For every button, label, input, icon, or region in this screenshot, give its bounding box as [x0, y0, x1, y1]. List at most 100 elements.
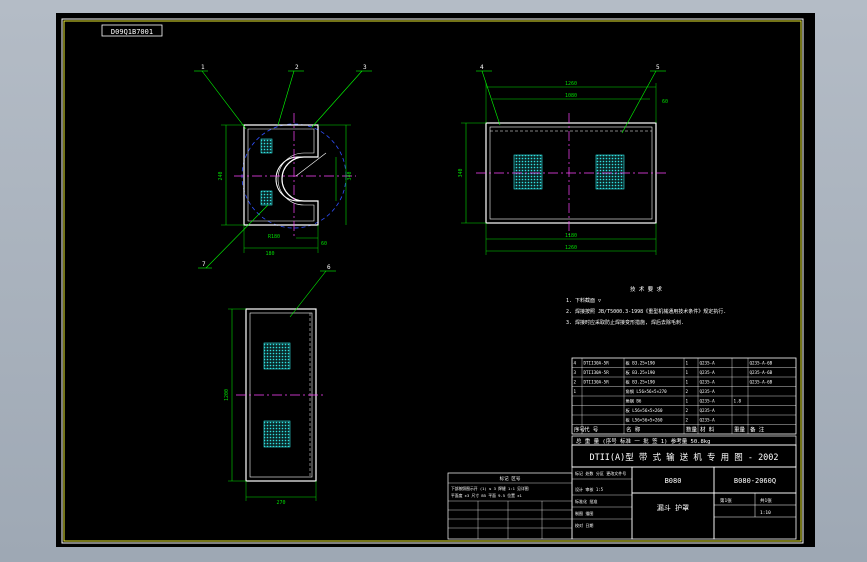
- side-hatch-left: [513, 154, 543, 190]
- parts-cell: 1: [574, 389, 577, 394]
- parts-header-cell: 备 注: [750, 426, 765, 434]
- balloon-7: 7: [202, 261, 206, 268]
- parts-cell: 1: [686, 380, 689, 385]
- parts-cell: Q235-A-6B: [750, 380, 773, 385]
- parts-cell: DTII30A-5R: [584, 370, 610, 375]
- note-1: 1. 下料截面 ▽: [566, 297, 601, 304]
- parts-cell: Q235-A: [700, 389, 716, 394]
- leader-4: [481, 70, 501, 126]
- leader-3: [311, 70, 363, 128]
- parts-cell: 1: [686, 361, 689, 366]
- code-box-left-text: B080: [665, 477, 682, 485]
- side-dim-text-4: 1260: [565, 245, 577, 251]
- parts-cell: Q235-A: [700, 370, 716, 375]
- top-hatch-lower: [263, 420, 291, 448]
- approval-row-1: 设计 审核 1:5: [575, 486, 604, 492]
- front-inner-outline: [247, 128, 315, 222]
- parts-header-cell: 重量: [734, 426, 746, 434]
- front-dim-text-4: 60: [321, 241, 327, 247]
- front-dim-text-5: R180: [268, 234, 280, 240]
- technical-notes: 技 术 要 求 1. 下料截面 ▽ 2. 焊接按照 JB/T5000.3-199…: [566, 285, 726, 326]
- approval-header: 标记 处数 分区 更改文件号: [575, 470, 626, 476]
- parts-cell: 板 B3.25×190: [626, 369, 656, 376]
- front-dim-text-1: 180: [265, 251, 274, 257]
- parts-cell: Q235-A: [700, 418, 716, 423]
- parts-cell: Q235-A: [700, 408, 716, 413]
- rev-line-2: 平面度 ±3 尺寸 B5 平面 9.5 位置 ±1: [451, 493, 522, 498]
- total-row-text: 总 重 量 (序号 标准 一 批 签 1) 参考量 50.8kg: [576, 437, 710, 445]
- title-block: 总 重 量 (序号 标准 一 批 签 1) 参考量 50.8kg DTII(A)…: [447, 435, 797, 540]
- parts-cell: 1: [686, 399, 689, 404]
- parts-header-cell: 材 料: [700, 426, 715, 434]
- side-dim-text-3: 1180: [565, 233, 577, 239]
- sheet-border: [63, 20, 802, 542]
- scale-label-2: 共1张: [760, 497, 772, 504]
- balloon-5: 5: [656, 64, 660, 71]
- top-hatch-upper: [263, 342, 291, 370]
- front-dim-text-3: 340: [347, 171, 353, 180]
- parts-list-table: 4 DTII30A-5R 板 B3.25×190 1 Q235-A Q235-A-6B 3 D…: [571, 357, 797, 435]
- parts-header-cell: 名 称: [626, 426, 641, 434]
- parts-cell: Q235-A: [700, 399, 716, 404]
- balloon-6: 6: [327, 264, 331, 271]
- side-view: 1260 1080 1180 1260 340 60 4 5: [458, 64, 668, 255]
- parts-cell: 3: [574, 370, 577, 375]
- front-view: 180 240 340 60 R180 1 2 3 7: [194, 64, 372, 269]
- front-outline: [243, 124, 319, 226]
- scale-label-1: 第1张: [720, 497, 732, 504]
- parts-cell: 2: [686, 389, 689, 394]
- top-dim-text-2: 270: [276, 500, 285, 506]
- parts-cell: 板 B3.25×190: [626, 379, 656, 386]
- parts-header-cell: 数量: [686, 426, 698, 434]
- title-bar-text: DTII(A)型 带 式 输 送 机 专 用 图 - 2002: [589, 452, 778, 463]
- top-view: 1200 270 6: [224, 264, 336, 506]
- parts-cell: 板 L56×56×5×260: [626, 417, 663, 424]
- notes-title: 技 术 要 求: [630, 285, 662, 293]
- parts-cell: 2: [686, 408, 689, 413]
- side-hatch-right: [595, 154, 625, 190]
- parts-cell: 2: [686, 418, 689, 423]
- parts-cell: 板 B3.25×190: [626, 360, 656, 367]
- drawing-name-box: [631, 492, 715, 540]
- balloon-4: 4: [480, 64, 484, 71]
- parts-cell: 1.8: [734, 399, 742, 404]
- note-2: 2. 焊接按照 JB/T5000.3-1998《重型机械通用技术条件》规定执行.: [566, 308, 726, 315]
- front-dim-text-2: 240: [218, 171, 224, 180]
- leader-5: [621, 70, 657, 134]
- cad-drawing: D09Q1B7001 180 240 340 60 R180 1 2 3 7 1…: [61, 18, 804, 544]
- rev-line-1: 下部按照图示开 (1) ≤ 3 焊缝 1:1 见详图: [451, 486, 529, 491]
- side-dim-text-1: 1260: [565, 81, 577, 87]
- balloon-2: 2: [295, 64, 299, 71]
- parts-cell: 角钢 B6: [626, 398, 642, 405]
- drawing-name-text: 漏斗 护罩: [657, 503, 689, 512]
- balloon-3: 3: [363, 64, 367, 71]
- cad-viewport[interactable]: D09Q1B7001 180 240 340 60 R180 1 2 3 7 1…: [56, 13, 815, 547]
- scale-label-3: 1:10: [760, 510, 771, 516]
- front-hatch-top: [260, 138, 273, 154]
- leader-7: [205, 204, 269, 269]
- note-3: 3. 焊接时应采取防止焊接变形措施, 焊后去除毛刺.: [566, 319, 684, 326]
- approval-row-4: 校对 日期: [575, 522, 593, 528]
- front-hatch-bottom: [260, 190, 273, 206]
- parts-cell: 角钢 L56×56×5×270: [626, 388, 668, 395]
- rev-block-title: 标记 区号: [500, 475, 521, 482]
- leader-6: [289, 270, 327, 318]
- parts-cell: DTII30A-5R: [584, 380, 610, 385]
- parts-cell: 1: [686, 370, 689, 375]
- leader-2: [277, 70, 295, 126]
- balloon-1: 1: [201, 64, 205, 71]
- parts-header-cell: 代 号: [584, 426, 599, 434]
- parts-cell: 2: [574, 380, 577, 385]
- parts-cell: DTII30A-5R: [584, 361, 610, 366]
- drawing-code-text: D09Q1B7001: [111, 28, 153, 36]
- leader-1: [201, 70, 247, 130]
- sheet-frame: [61, 18, 804, 544]
- parts-cell: Q235-A-6B: [750, 361, 773, 366]
- parts-cell: Q235-A: [700, 380, 716, 385]
- code-box-right-text: B080-2060Q: [734, 477, 776, 485]
- parts-cell: Q235-A-6B: [750, 370, 773, 375]
- parts-cell: 4: [574, 361, 577, 366]
- parts-cell: Q235-A: [700, 361, 716, 366]
- approval-row-3: 制图 描图: [575, 510, 593, 516]
- side-dim-text-5: 340: [458, 168, 464, 177]
